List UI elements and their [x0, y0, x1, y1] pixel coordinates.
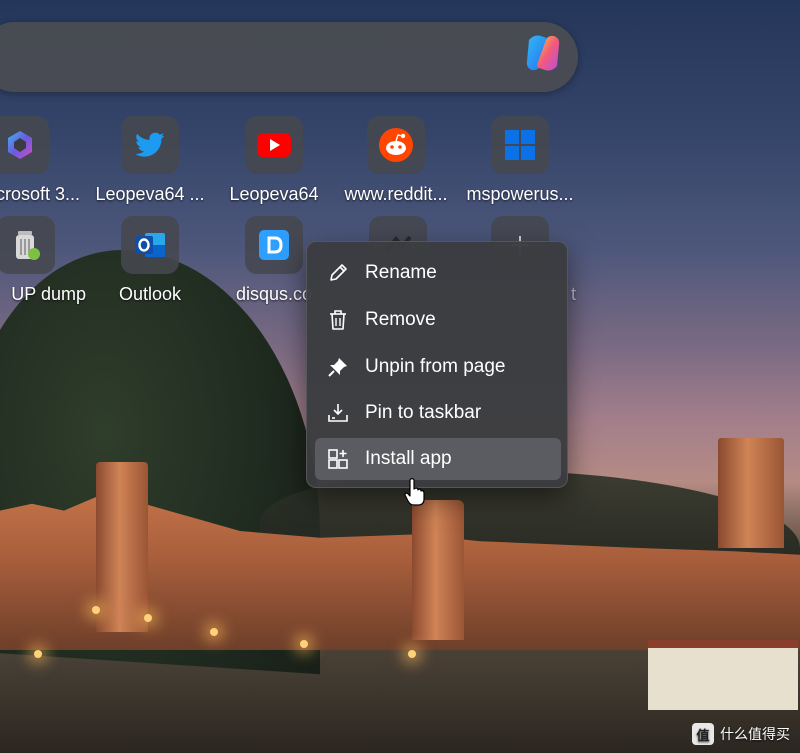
reddit-icon — [367, 116, 425, 174]
tile-label: mspowerus... — [466, 184, 574, 204]
castle-tower — [412, 500, 464, 640]
tile-twitter[interactable]: Leopeva64 ... — [90, 116, 210, 205]
trash-icon — [325, 307, 351, 333]
menu-item-label: Rename — [365, 262, 437, 283]
street-light — [34, 650, 42, 658]
menu-item-label: Install app — [365, 448, 452, 469]
menu-item-rename[interactable]: Rename — [315, 252, 561, 294]
tile-label: Leopeva64 — [229, 184, 319, 204]
tile-outlook[interactable]: Outlook — [90, 216, 210, 305]
menu-item-unpin[interactable]: Unpin from page — [315, 346, 561, 388]
install-app-icon — [325, 446, 351, 472]
street-light — [210, 628, 218, 636]
menu-item-label: Remove — [365, 309, 436, 330]
tile-label: Outlook — [118, 284, 182, 304]
hand-cursor-icon — [404, 477, 426, 507]
trash-can-icon — [0, 216, 55, 274]
new-tab-page: crosoft 3... Leopeva64 ... Leopeva64 www… — [0, 0, 800, 753]
search-bar[interactable] — [0, 22, 578, 92]
menu-item-label: Unpin from page — [365, 356, 506, 377]
tile-reddit[interactable]: www.reddit... — [336, 116, 456, 205]
castle-tower — [718, 438, 784, 548]
unpin-icon — [325, 354, 351, 380]
tile-label: www.reddit... — [344, 184, 448, 204]
tile-up-dump[interactable]: UP dump — [0, 216, 86, 305]
copilot-icon[interactable] — [520, 30, 566, 76]
street-light — [92, 606, 100, 614]
menu-item-remove[interactable]: Remove — [315, 299, 561, 341]
pencil-icon — [325, 260, 351, 286]
twitter-icon — [121, 116, 179, 174]
tile-label: Leopeva64 ... — [95, 184, 205, 204]
youtube-icon — [245, 116, 303, 174]
tile-microsoft-365[interactable]: crosoft 3... — [0, 116, 80, 205]
windows-icon — [491, 116, 549, 174]
pin-taskbar-icon — [325, 400, 351, 426]
street-light — [300, 640, 308, 648]
menu-item-install-app[interactable]: Install app — [315, 438, 561, 480]
street-light — [144, 614, 152, 622]
menu-item-label: Pin to taskbar — [365, 402, 482, 423]
street-light — [408, 650, 416, 658]
watermark: 值 什么值得买 — [692, 723, 790, 745]
watermark-badge: 值 — [692, 723, 714, 745]
context-menu: Rename Remove Unpin from page Pin to tas… — [306, 241, 568, 488]
watermark-text: 什么值得买 — [720, 727, 790, 743]
tile-label: crosoft 3... — [0, 184, 80, 204]
menu-item-pin-taskbar[interactable]: Pin to taskbar — [315, 392, 561, 434]
tile-label: UP dump — [11, 284, 86, 304]
house — [648, 640, 798, 710]
tile-mspoweruser[interactable]: mspowerus... — [460, 116, 580, 205]
castle-tower — [96, 462, 148, 632]
tile-youtube[interactable]: Leopeva64 — [214, 116, 334, 205]
disqus-icon — [245, 216, 303, 274]
outlook-icon — [121, 216, 179, 274]
microsoft-365-icon — [0, 116, 49, 174]
